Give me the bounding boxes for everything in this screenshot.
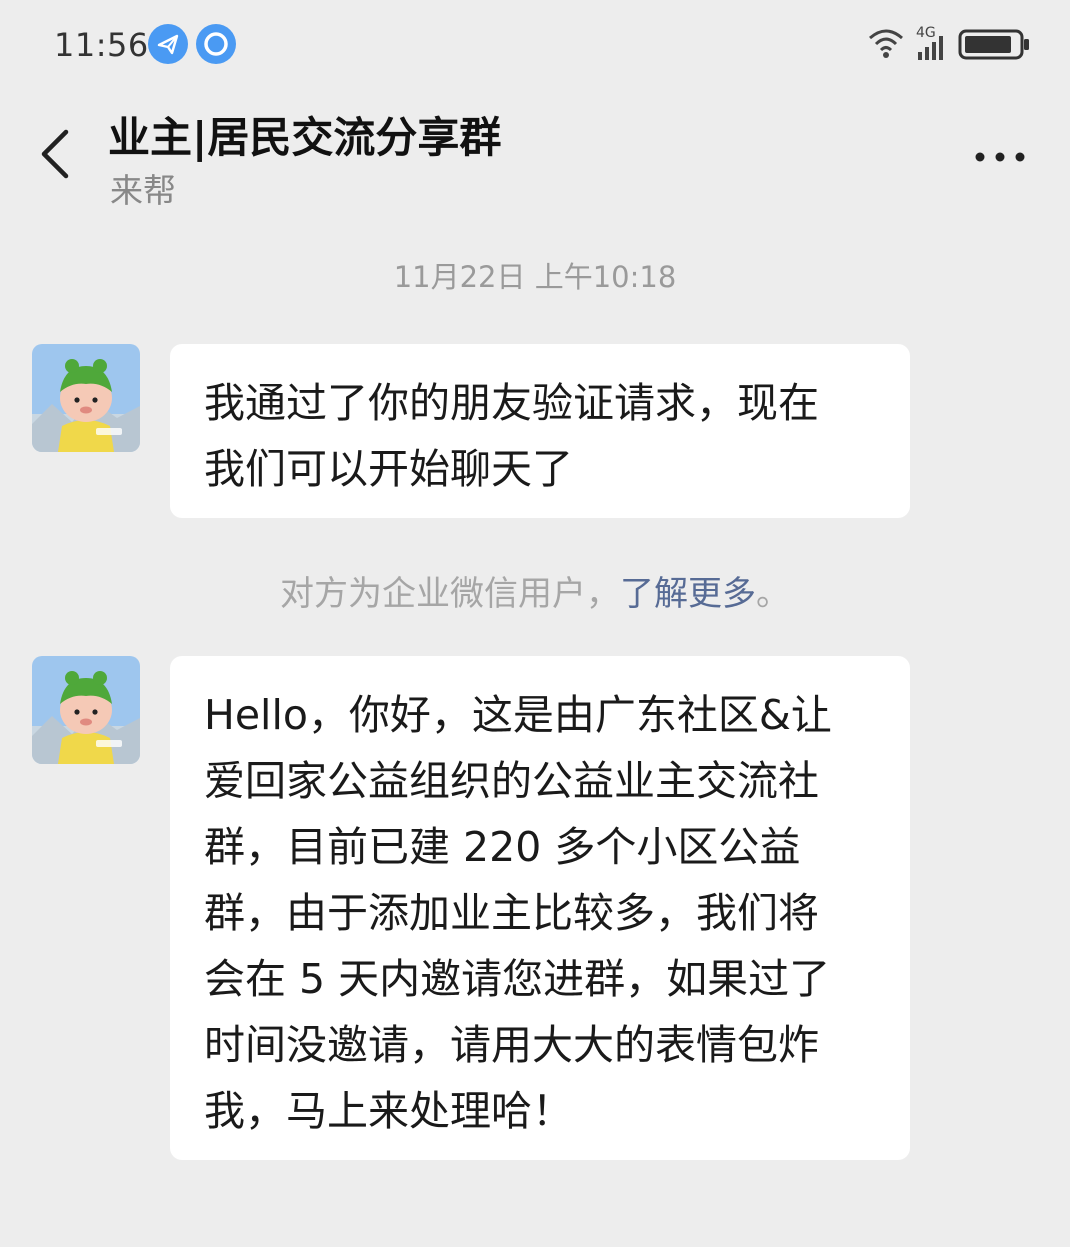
- chat-subtitle: 来帮: [110, 171, 176, 210]
- avatar[interactable]: [32, 656, 140, 764]
- message-bubble[interactable]: 我通过了你的朋友验证请求，现在 我们可以开始聊天了: [170, 344, 910, 518]
- message-timestamp: 11月22日 上午10:18: [393, 260, 677, 294]
- chevron-left-icon[interactable]: [30, 124, 80, 184]
- learn-more-link[interactable]: 了解更多: [620, 574, 756, 614]
- circle-app-icon: [196, 24, 236, 64]
- status-icons: 4G: [866, 22, 1036, 66]
- chat-title: 业主|居民交流分享群: [108, 113, 502, 162]
- message-line: 群，由于添加业主比较多，我们将: [204, 889, 819, 937]
- message-line: 时间没邀请，请用大大的表情包炸: [204, 1021, 819, 1069]
- avatar[interactable]: [32, 344, 140, 452]
- message-line: 我通过了你的朋友验证请求，现在: [204, 379, 819, 427]
- system-note: 对方为企业微信用户，了解更多。: [0, 566, 1070, 615]
- battery-icon: [958, 29, 1029, 60]
- more-dots-icon[interactable]: [970, 142, 1030, 172]
- chat-header: 业主|居民交流分享群 来帮: [0, 92, 1070, 222]
- message-line: Hello，你好，这是由广东社区&让: [204, 691, 832, 739]
- system-note-text: 对方为企业微信用户，: [280, 574, 620, 614]
- message-line: 我们可以开始聊天了: [204, 445, 573, 493]
- network-label: 4G: [916, 25, 936, 41]
- status-time: 11:56: [54, 26, 149, 64]
- signal-icon: 4G: [916, 25, 943, 60]
- system-note-suffix: 。: [756, 574, 790, 614]
- message-line: 会在 5 天内邀请您进群，如果过了: [204, 955, 831, 1003]
- status-bar: 11:56 4G: [0, 0, 1070, 90]
- message-line: 爱回家公益组织的公益业主交流社: [204, 757, 819, 805]
- wifi-icon: [869, 29, 903, 58]
- telegram-icon: [148, 24, 188, 64]
- message-bubble[interactable]: Hello，你好，这是由广东社区&让 爱回家公益组织的公益业主交流社 群，目前已…: [170, 656, 910, 1160]
- message-line: 我，马上来处理哈！: [204, 1087, 573, 1135]
- message-line: 群，目前已建 220 多个小区公益: [204, 823, 801, 871]
